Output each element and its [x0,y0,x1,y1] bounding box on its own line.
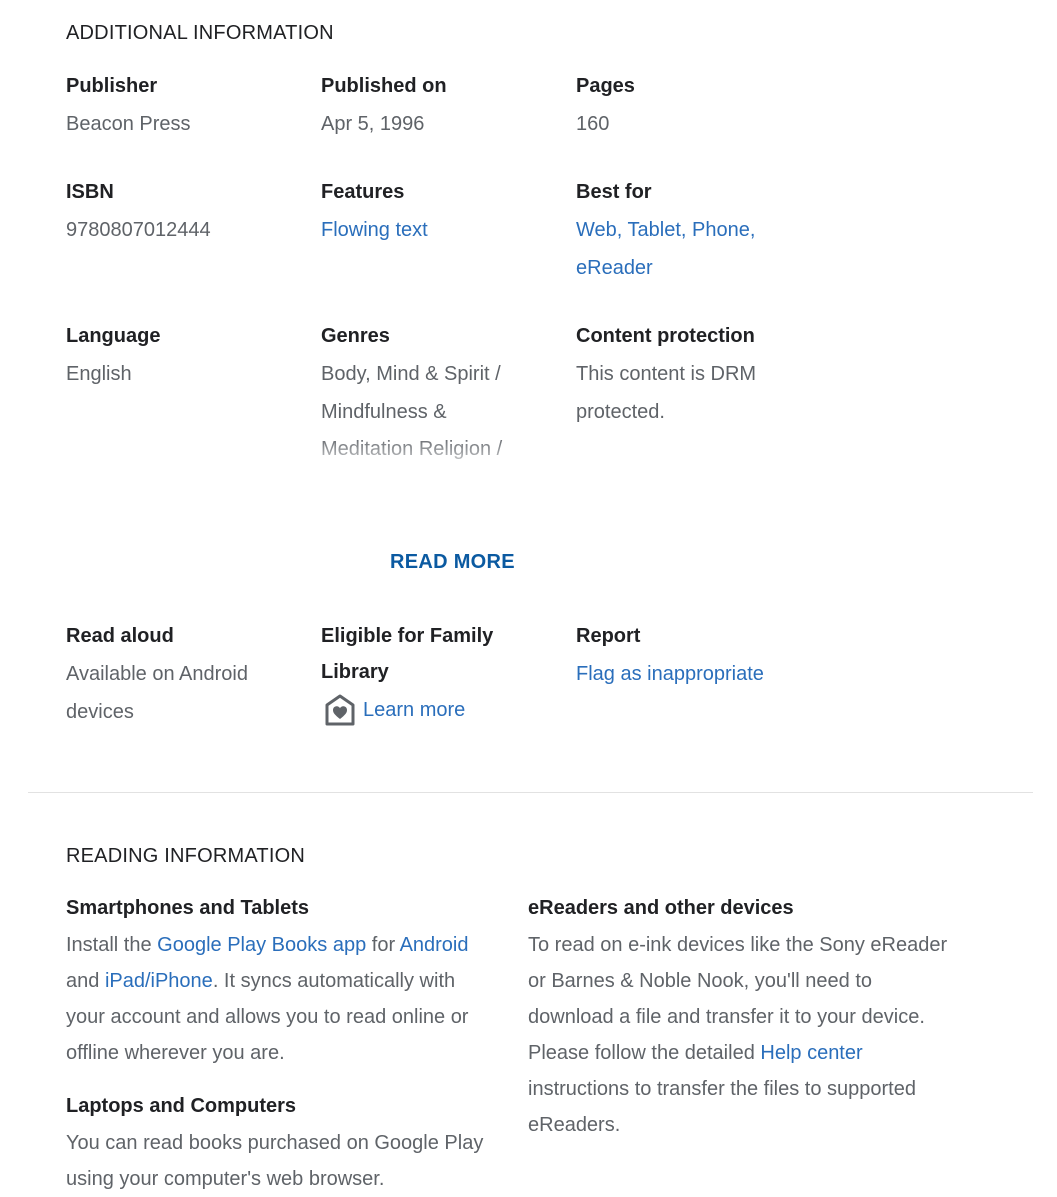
family-library-cell: Eligible for Family Library Learn more [321,618,521,726]
laptops-computers-label: Laptops and Computers [66,1095,297,1117]
ereaders-block: eReaders and other devices To read on e-… [528,891,958,1143]
laptops-computers-block: Laptops and Computers You can read books… [66,1089,486,1197]
smartphones-tablets-block: Smartphones and Tablets Install the Goog… [66,891,486,1071]
section-divider [28,792,1033,793]
smartphones-tablets-text: Install the Google Play Books app for An… [66,927,486,1071]
published-on-cell: Published on Apr 5, 1996 [321,68,551,144]
text-fragment: Install the [66,934,158,956]
content-protection-value: This content is DRM protected. [576,363,757,423]
isbn-value: 9780807012444 [66,219,211,241]
best-for-devices-link[interactable]: Web, Tablet, Phone, eReader [576,219,755,279]
content-protection-cell: Content protection This content is DRM p… [576,318,786,431]
publisher-cell: Publisher Beacon Press [66,68,296,144]
family-library-house-icon [325,694,355,726]
genres-line-1: Body, Mind & Spirit / Mindfulness & Medi… [321,363,501,460]
google-play-books-app-link[interactable]: Google Play Books app [157,934,366,956]
read-aloud-value: Available on Android devices [66,663,248,723]
features-flowing-text-link[interactable]: Flowing text [321,219,428,241]
smartphones-tablets-label: Smartphones and Tablets [66,897,310,919]
language-value: English [66,363,132,385]
content-protection-label: Content protection [576,325,755,347]
text-fragment: and [66,970,105,992]
isbn-cell: ISBN 9780807012444 [66,174,296,250]
genres-cell: Genres Body, Mind & Spirit / Mindfulness… [321,318,526,476]
additional-information-heading: ADDITIONAL INFORMATION [66,22,334,44]
language-cell: Language English [66,318,296,394]
best-for-cell: Best for Web, Tablet, Phone, eReader [576,174,776,287]
read-aloud-cell: Read aloud Available on Android devices [66,618,266,731]
features-cell: Features Flowing text [321,174,551,250]
read-aloud-label: Read aloud [66,625,174,647]
learn-more-link[interactable]: Learn more [363,699,465,722]
family-library-learn-more-row[interactable]: Learn more [321,694,521,726]
laptops-computers-text: You can read books purchased on Google P… [66,1132,484,1190]
language-label: Language [66,325,161,347]
family-library-label: Eligible for Family Library [321,625,494,683]
publisher-label: Publisher [66,75,158,97]
pages-label: Pages [576,75,635,97]
report-label: Report [576,625,641,647]
reading-information-heading: READING INFORMATION [66,845,305,867]
report-cell: Report Flag as inappropriate [576,618,816,694]
text-fragment: for [366,934,400,956]
publisher-value: Beacon Press [66,113,191,135]
published-on-value: Apr 5, 1996 [321,113,425,135]
android-link[interactable]: Android [400,934,469,956]
genres-value: Body, Mind & Spirit / Mindfulness & Medi… [321,356,526,476]
ereaders-text: To read on e-ink devices like the Sony e… [528,927,958,1143]
read-more-button[interactable]: READ MORE [390,551,515,574]
isbn-label: ISBN [66,181,114,203]
ereaders-label: eReaders and other devices [528,897,794,919]
help-center-link[interactable]: Help center [760,1042,862,1064]
pages-cell: Pages 160 [576,68,806,144]
features-label: Features [321,181,405,203]
published-on-label: Published on [321,75,447,97]
ipad-iphone-link[interactable]: iPad/iPhone [105,970,213,992]
pages-value: 160 [576,113,610,135]
genres-line-2: Religion / Buddhism / [321,438,503,476]
text-fragment: To read on e-ink devices like the Sony e… [528,934,948,1064]
text-fragment: instructions to transfer the files to su… [528,1078,916,1136]
genres-label: Genres [321,325,390,347]
flag-as-inappropriate-link[interactable]: Flag as inappropriate [576,663,764,685]
best-for-label: Best for [576,181,652,203]
